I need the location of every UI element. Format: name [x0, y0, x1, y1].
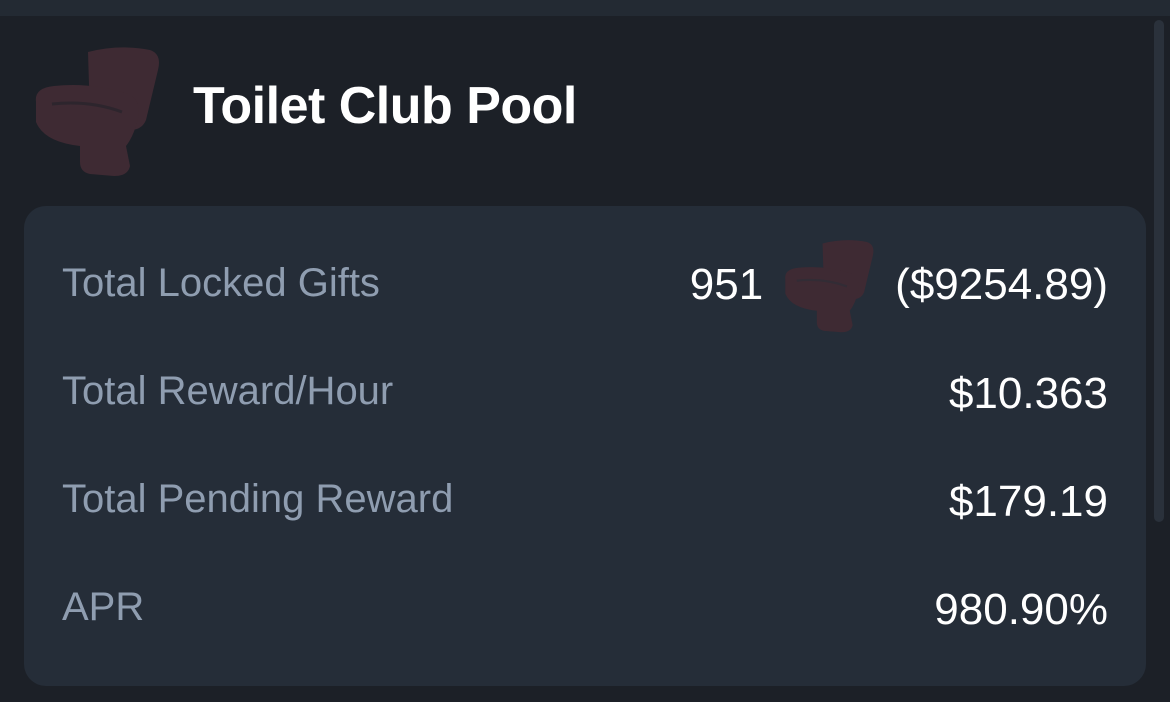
stat-label: APR: [62, 585, 145, 629]
locked-gifts-usd: ($9254.89): [895, 260, 1108, 309]
stat-row-total-locked-gifts: Total Locked Gifts 951 ($9254.89): [24, 231, 1146, 339]
locked-gifts-count: 951: [689, 260, 764, 309]
stat-value: $179.19: [948, 477, 1108, 526]
scrollbar-thumb[interactable]: [1154, 20, 1164, 522]
stat-value: $10.363: [948, 369, 1108, 418]
toilet-icon: [781, 235, 877, 335]
stat-row-apr: APR 980.90%: [24, 555, 1146, 663]
toilet-icon: [30, 42, 164, 178]
stat-row-total-pending-reward: Total Pending Reward $179.19: [24, 447, 1146, 555]
locked-gifts-value: 951 ($9254.89): [690, 231, 1108, 339]
stat-label: Total Locked Gifts: [62, 261, 380, 305]
stats-card: Total Locked Gifts 951 ($9254.89) Total …: [24, 206, 1146, 686]
stat-row-total-reward-hour: Total Reward/Hour $10.363: [24, 339, 1146, 447]
stat-value: 980.90%: [934, 585, 1108, 634]
top-strip: [0, 0, 1170, 16]
stat-label: Total Pending Reward: [62, 477, 454, 521]
stat-label: Total Reward/Hour: [62, 369, 394, 413]
pool-title: Toilet Club Pool: [193, 77, 577, 135]
pool-header: Toilet Club Pool: [0, 16, 1150, 206]
